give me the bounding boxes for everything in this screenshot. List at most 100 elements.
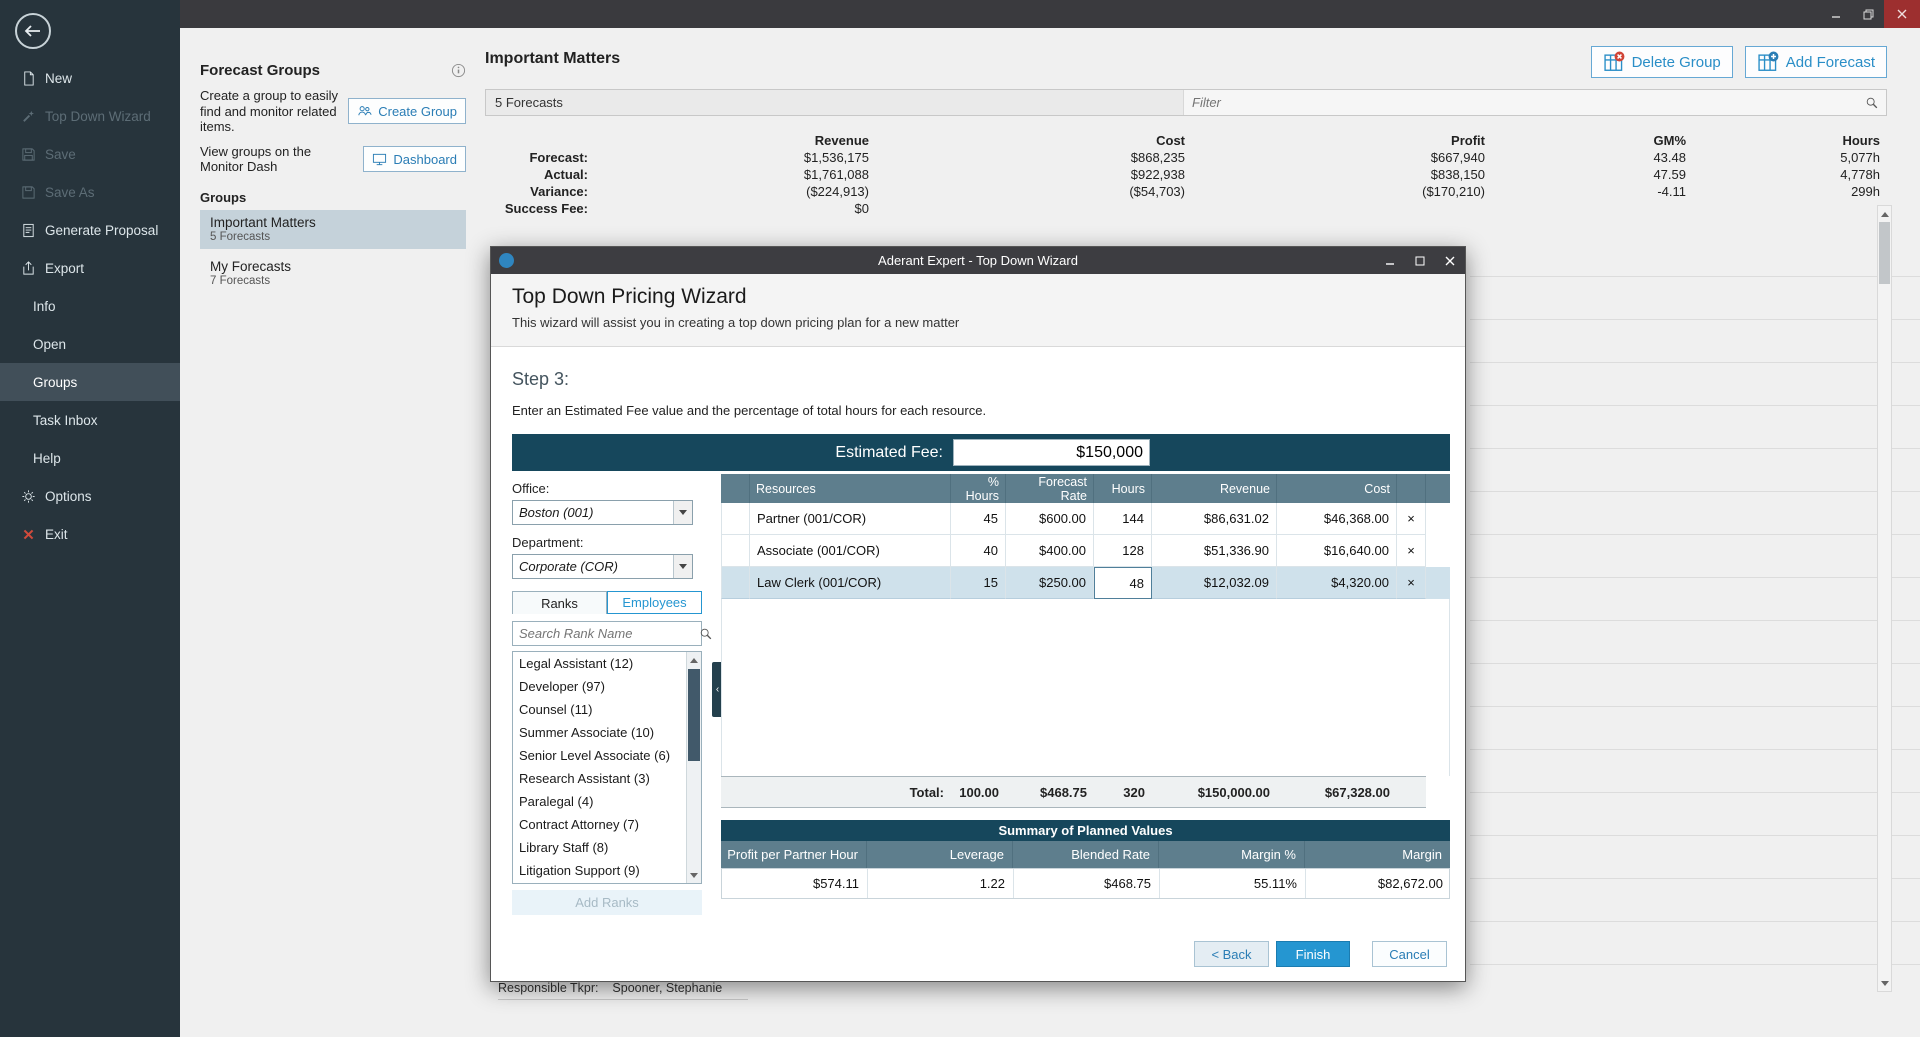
- remove-row-button[interactable]: ×: [1397, 535, 1426, 567]
- save-icon: [20, 147, 36, 162]
- table-row-law-clerk[interactable]: Law Clerk (001/COR) 15 $250.00 48 $12,03…: [721, 567, 1450, 599]
- forecast-rate-cell[interactable]: $400.00: [1006, 535, 1094, 567]
- scroll-down-arrow[interactable]: [687, 868, 700, 882]
- rank-item[interactable]: Library Staff (8): [513, 836, 701, 859]
- create-group-hint: Create a group to easily find and monito…: [200, 88, 348, 135]
- new-page-icon: [20, 71, 36, 86]
- tab-ranks[interactable]: Ranks: [512, 591, 607, 614]
- window-close-button[interactable]: [1884, 0, 1920, 28]
- rank-item[interactable]: Summer Associate (10): [513, 721, 701, 744]
- sidebar-item-new[interactable]: New: [0, 59, 180, 97]
- group-item-my-forecasts[interactable]: My Forecasts 7 Forecasts: [200, 254, 466, 293]
- info-icon[interactable]: [451, 63, 466, 78]
- rank-tabs: Ranks Employees: [512, 591, 702, 614]
- forecast-list-header: 5 Forecasts: [485, 89, 1887, 116]
- back-button[interactable]: < Back: [1194, 941, 1269, 967]
- step-label: Step 3:: [512, 369, 569, 390]
- table-row-partner[interactable]: Partner (001/COR) 45 $600.00 144 $86,631…: [721, 503, 1450, 535]
- rank-search-input[interactable]: [513, 625, 699, 642]
- sidebar-item-generate-proposal[interactable]: Generate Proposal: [0, 211, 180, 249]
- remove-row-button[interactable]: ×: [1397, 567, 1426, 599]
- create-group-button[interactable]: Create Group: [348, 98, 466, 124]
- scrollbar-thumb[interactable]: [688, 669, 700, 761]
- scroll-up-arrow[interactable]: [687, 653, 700, 667]
- delete-group-button[interactable]: Delete Group: [1591, 46, 1733, 78]
- dialog-minimize-button[interactable]: [1375, 247, 1405, 274]
- tab-employees[interactable]: Employees: [607, 591, 702, 614]
- wand-icon: [20, 109, 36, 124]
- gear-icon: [20, 489, 36, 504]
- sidebar-item-task-inbox[interactable]: Task Inbox: [0, 401, 180, 439]
- hours-edit-cell[interactable]: 48: [1094, 567, 1152, 599]
- rank-item[interactable]: Developer (97): [513, 675, 701, 698]
- rank-item[interactable]: Counsel (11): [513, 698, 701, 721]
- row-selector[interactable]: [721, 535, 750, 567]
- back-button[interactable]: [15, 13, 51, 49]
- add-forecast-button[interactable]: Add Forecast: [1745, 46, 1887, 78]
- rank-list-scrollbar[interactable]: [686, 652, 701, 883]
- department-dropdown[interactable]: Corporate (COR): [512, 554, 693, 579]
- filter-input[interactable]: [1184, 94, 1865, 111]
- estimated-fee-label: Estimated Fee:: [835, 444, 943, 462]
- dashboard-button[interactable]: Dashboard: [363, 146, 466, 172]
- sidebar-item-exit[interactable]: Exit: [0, 515, 180, 553]
- scrollbar-thumb[interactable]: [1879, 222, 1890, 284]
- window-minimize-button[interactable]: [1820, 0, 1852, 28]
- chevron-down-icon[interactable]: [673, 555, 692, 578]
- forecast-rate-cell[interactable]: $250.00: [1006, 567, 1094, 599]
- table-total-row: Total: 100.00 $468.75 320 $150,000.00 $6…: [721, 776, 1450, 808]
- add-ranks-button[interactable]: Add Ranks: [512, 890, 702, 915]
- sidebar-item-groups[interactable]: Groups: [0, 363, 180, 401]
- rank-item[interactable]: Senior Level Associate (6): [513, 744, 701, 767]
- main-scrollbar[interactable]: [1877, 205, 1892, 992]
- sidebar-item-label: Open: [33, 337, 66, 352]
- stats-col-hours: Hours: [1686, 132, 1880, 149]
- sidebar-item-help[interactable]: Help: [0, 439, 180, 477]
- cancel-button[interactable]: Cancel: [1372, 941, 1447, 967]
- sidebar-item-top-down-wizard[interactable]: Top Down Wizard: [0, 97, 180, 135]
- sidebar-item-label: Options: [45, 489, 92, 504]
- chevron-down-icon[interactable]: [673, 501, 692, 524]
- pct-hours-cell[interactable]: 15: [951, 567, 1006, 599]
- sidebar-item-export[interactable]: Export: [0, 249, 180, 287]
- remove-row-button[interactable]: ×: [1397, 503, 1426, 535]
- sidebar-item-open[interactable]: Open: [0, 325, 180, 363]
- proposal-doc-icon: [20, 223, 36, 238]
- scroll-down-arrow[interactable]: [1878, 976, 1891, 990]
- pct-hours-cell[interactable]: 40: [951, 535, 1006, 567]
- office-dropdown[interactable]: Boston (001): [512, 500, 693, 525]
- step-instruction: Enter an Estimated Fee value and the per…: [512, 403, 986, 418]
- estimated-fee-input[interactable]: [953, 439, 1150, 466]
- sidebar-item-save[interactable]: Save: [0, 135, 180, 173]
- rank-item[interactable]: Research Assistant (3): [513, 767, 701, 790]
- dialog-titlebar[interactable]: Aderant Expert - Top Down Wizard: [491, 247, 1465, 274]
- wizard-subheading: This wizard will assist you in creating …: [512, 315, 1465, 330]
- sidebar-item-options[interactable]: Options: [0, 477, 180, 515]
- table-row-associate[interactable]: Associate (001/COR) 40 $400.00 128 $51,3…: [721, 535, 1450, 567]
- finish-button[interactable]: Finish: [1276, 941, 1350, 967]
- dialog-close-button[interactable]: [1435, 247, 1465, 274]
- sidebar-item-info[interactable]: Info: [0, 287, 180, 325]
- group-item-important-matters[interactable]: Important Matters 5 Forecasts: [200, 210, 466, 249]
- table-empty-area: [721, 599, 1450, 776]
- forecast-rate-cell[interactable]: $600.00: [1006, 503, 1094, 535]
- window-restore-button[interactable]: [1852, 0, 1884, 28]
- sidebar-item-label: Help: [33, 451, 61, 466]
- sidebar-item-save-as[interactable]: Save As: [0, 173, 180, 211]
- page-title: Important Matters: [485, 50, 620, 68]
- rank-item[interactable]: Paralegal (4): [513, 790, 701, 813]
- wizard-header: Top Down Pricing Wizard This wizard will…: [491, 274, 1465, 347]
- rank-item[interactable]: Legal Assistant (12): [513, 652, 701, 675]
- window-titlebar: [180, 0, 1920, 28]
- rank-item[interactable]: Contract Attorney (7): [513, 813, 701, 836]
- search-icon[interactable]: [1865, 96, 1879, 110]
- rank-list: Legal Assistant (12) Developer (97) Coun…: [512, 651, 702, 884]
- pct-hours-cell[interactable]: 45: [951, 503, 1006, 535]
- row-selector[interactable]: [721, 503, 750, 535]
- row-selector[interactable]: [721, 567, 750, 599]
- background-forecast-rows: [1470, 234, 1920, 965]
- search-icon[interactable]: [699, 627, 713, 641]
- save-as-icon: [20, 185, 36, 200]
- dialog-maximize-button[interactable]: [1405, 247, 1435, 274]
- rank-item[interactable]: Litigation Support (9): [513, 859, 701, 882]
